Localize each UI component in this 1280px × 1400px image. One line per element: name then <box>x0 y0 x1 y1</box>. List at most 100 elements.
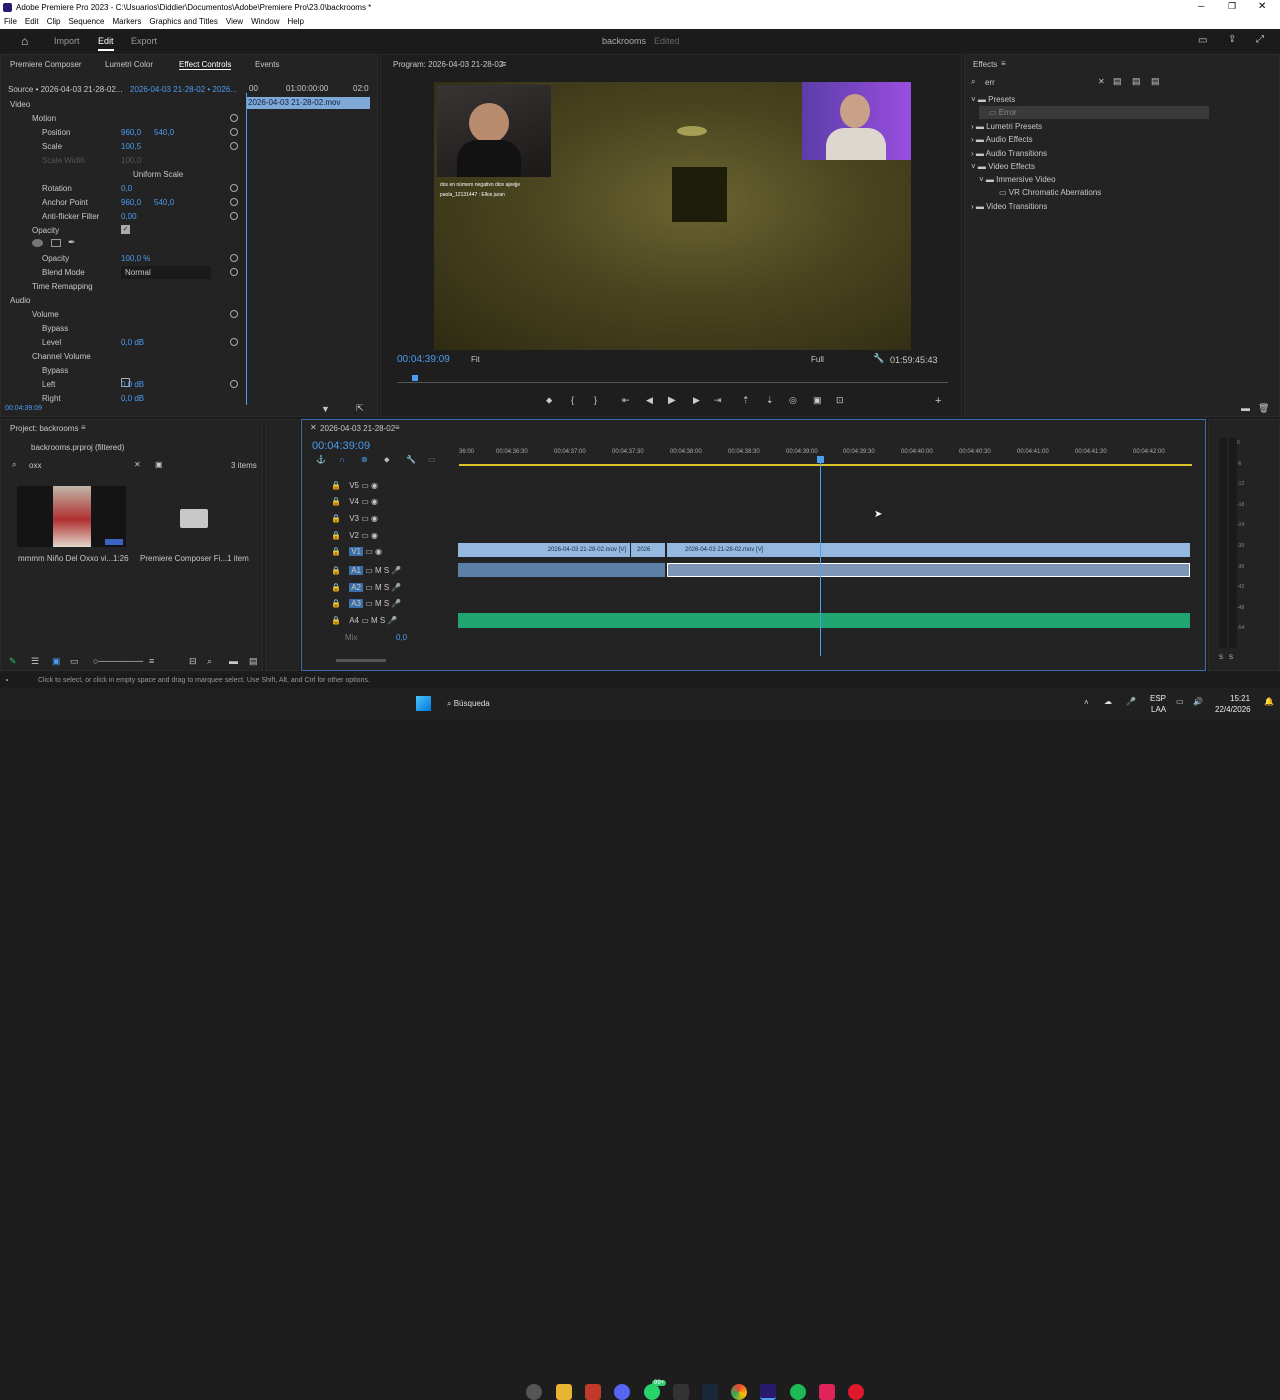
audio-clip-2[interactable] <box>667 563 1190 577</box>
fit-select[interactable]: Fit <box>471 355 521 364</box>
icon-view-icon[interactable]: ▣ <box>52 656 61 667</box>
tray-mic-icon[interactable]: 🎤 <box>1126 697 1136 706</box>
project-search-input[interactable]: oxx <box>29 461 129 470</box>
tray-monitor-icon[interactable]: ▭ <box>1176 697 1184 706</box>
app-icon[interactable] <box>585 1384 601 1400</box>
steam-icon[interactable] <box>702 1384 718 1400</box>
reset-icon[interactable] <box>230 128 238 136</box>
menu-graphics[interactable]: Graphics and Titles <box>145 15 221 28</box>
sort-icon[interactable]: ≡ <box>149 656 154 666</box>
mark-out-icon[interactable]: } <box>594 395 597 405</box>
tab-import[interactable]: Import <box>54 36 80 46</box>
media-name[interactable]: mmmm Niño Del Oxxo vi... <box>18 554 113 563</box>
tree-lumetri-presets[interactable]: › ▬ Lumetri Presets <box>971 120 1042 133</box>
reset-icon[interactable] <box>230 338 238 346</box>
tree-audio-transitions[interactable]: › ▬ Audio Transitions <box>971 147 1047 160</box>
menu-sequence[interactable]: Sequence <box>64 15 108 28</box>
tab-events[interactable]: Events <box>255 60 279 69</box>
reset-icon[interactable] <box>230 212 238 220</box>
nest-icon[interactable]: ⚓ <box>316 455 326 464</box>
time-ruler[interactable]: 36:00 00:04:36:30 00:04:37:00 00:04:37:3… <box>459 449 1192 461</box>
tree-video-effects[interactable]: ˅ ▬ Video Effects <box>971 160 1035 173</box>
step-back-icon[interactable]: ◀ <box>646 395 653 406</box>
language-label[interactable]: ESP <box>1150 694 1166 703</box>
sequence-menu-icon[interactable]: ≡ <box>395 423 400 432</box>
mix-value[interactable]: 0,0 <box>396 631 407 644</box>
new-bin-icon[interactable]: ▬ <box>229 656 238 666</box>
timeline-zoom-scroll[interactable] <box>336 659 386 662</box>
mark-in-icon[interactable]: { <box>571 395 574 405</box>
tree-vr-chromatic[interactable]: ▭ VR Chromatic Aberrations <box>999 186 1101 199</box>
reset-icon[interactable] <box>230 184 238 192</box>
add-button-icon[interactable]: + <box>935 395 941 407</box>
minimize-icon[interactable]: ─ <box>1198 1 1204 11</box>
spotify-icon[interactable] <box>790 1384 806 1400</box>
video-clip-2[interactable]: 2026 <box>631 543 665 557</box>
freeform-view-icon[interactable]: ▭ <box>70 656 79 667</box>
menu-window[interactable]: Window <box>247 15 283 28</box>
meter-solo-right[interactable]: S <box>1229 655 1233 661</box>
tree-presets[interactable]: ˅ ▬ Presets <box>971 93 1015 106</box>
widgets-icon[interactable] <box>526 1384 542 1400</box>
sequence-tab[interactable]: 2026-04-03 21-28-02 <box>320 424 395 433</box>
level-value[interactable]: 0,0 dB <box>121 336 144 349</box>
antiflicker-value[interactable]: 0,00 <box>121 210 137 223</box>
sequence-label[interactable]: 2026-04-03 21-28-02 • 2026... <box>130 85 237 94</box>
timeline-playhead[interactable] <box>820 456 821 656</box>
filter-icon[interactable]: ▼ <box>321 404 330 414</box>
start-icon[interactable] <box>416 696 431 711</box>
anchor-y[interactable]: 540,0 <box>154 196 174 209</box>
export-icon[interactable]: ⇱ <box>356 403 364 414</box>
play-icon[interactable]: ▶ <box>668 395 676 406</box>
menu-markers[interactable]: Markers <box>109 15 146 28</box>
trash-icon[interactable]: 🗑 <box>1258 403 1269 414</box>
list-view-icon[interactable]: ☰ <box>31 656 39 667</box>
track-v4[interactable]: 🔒 V4 ▭ ◉ <box>331 495 378 508</box>
fullscreen-icon[interactable]: ⤢ <box>1256 34 1264 45</box>
premiere-icon[interactable] <box>760 1384 776 1400</box>
find-icon[interactable]: ⌕ <box>207 656 212 667</box>
accelerated-icon[interactable]: ▤ <box>1113 76 1122 87</box>
reset-icon[interactable] <box>230 198 238 206</box>
go-to-in-icon[interactable]: ⇤ <box>622 395 630 406</box>
audio-clip-1[interactable] <box>458 563 665 577</box>
add-marker-icon[interactable]: ⬥ <box>546 395 552 406</box>
effects-menu-icon[interactable]: ≡ <box>1001 59 1006 68</box>
ec-playhead[interactable] <box>246 93 247 405</box>
new-bin-icon[interactable]: ▬ <box>1241 403 1250 413</box>
tray-volume-icon[interactable]: 🔊 <box>1193 697 1203 706</box>
pen-mask-icon[interactable]: ✒ <box>68 237 76 248</box>
comparison-icon[interactable]: ▣ <box>813 395 822 406</box>
tree-video-transitions[interactable]: › ▬ Video Transitions <box>971 200 1047 213</box>
media-thumbnail[interactable] <box>17 486 126 547</box>
workspace-icon[interactable]: ▭ <box>1198 35 1207 46</box>
file-explorer-icon[interactable] <box>556 1384 572 1400</box>
lift-icon[interactable]: ⇡ <box>742 395 750 406</box>
zoom-slider[interactable]: ○─────── <box>93 656 143 666</box>
position-x[interactable]: 960,0 <box>121 126 141 139</box>
anchor-x[interactable]: 960,0 <box>121 196 141 209</box>
reset-icon[interactable] <box>230 114 238 122</box>
program-timecode[interactable]: 00:04:39:09 <box>397 354 450 365</box>
opacity-section[interactable]: Opacity <box>32 224 59 237</box>
share-icon[interactable]: ⇪ <box>1228 34 1236 45</box>
new-item-icon[interactable]: ▤ <box>249 656 258 667</box>
track-a3[interactable]: 🔒 A3 ▭ M S 🎤 <box>331 597 401 610</box>
whatsapp-icon[interactable] <box>644 1384 660 1400</box>
clock-date[interactable]: 22/4/2026 <box>1215 705 1251 714</box>
video-clip-1[interactable]: 2026-04-03 21-28-02.mov [V] <box>458 543 630 557</box>
volume-label[interactable]: Volume <box>32 308 59 321</box>
reset-icon[interactable] <box>230 310 238 318</box>
reset-icon[interactable] <box>230 268 238 276</box>
tray-network-icon[interactable]: ☁ <box>1104 697 1112 706</box>
program-playhead[interactable] <box>412 375 418 381</box>
notification-icon[interactable]: 🔔 <box>1264 697 1274 706</box>
menu-clip[interactable]: Clip <box>43 15 65 28</box>
opacity-value[interactable]: 100,0 % <box>121 252 150 265</box>
ec-clip-bar[interactable]: 2026-04-03 21-28-02.mov <box>246 97 370 109</box>
clock-time[interactable]: 15:21 <box>1230 694 1250 703</box>
tab-lumetri-color[interactable]: Lumetri Color <box>105 60 153 69</box>
tab-edit[interactable]: Edit <box>98 36 114 51</box>
tree-audio-effects[interactable]: › ▬ Audio Effects <box>971 133 1033 146</box>
tiktok-icon[interactable] <box>819 1384 835 1400</box>
